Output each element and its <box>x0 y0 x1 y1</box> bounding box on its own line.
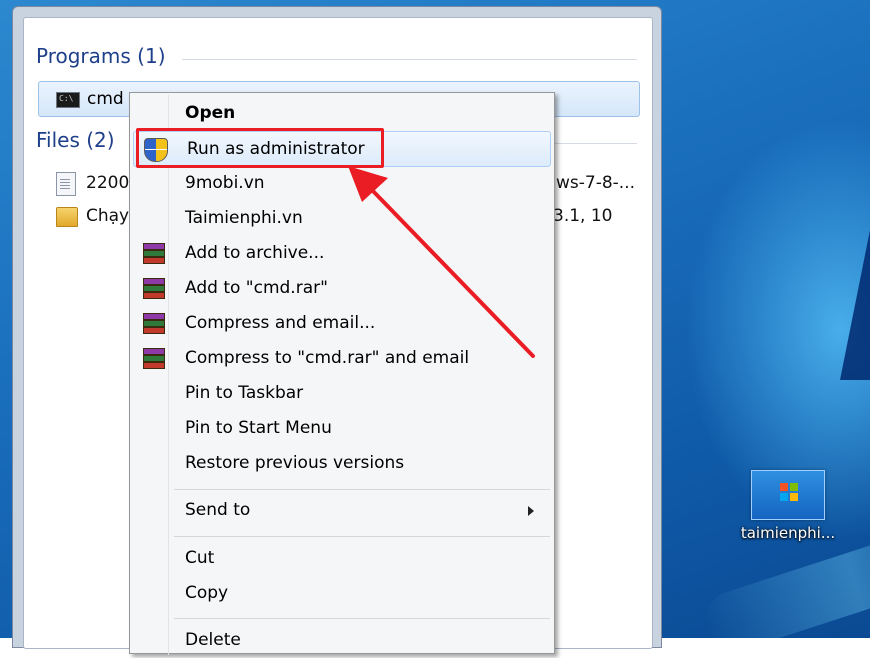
file-result-label: Chạy <box>86 206 130 226</box>
file-result-trailing: ws-7-8-... <box>556 173 636 193</box>
menu-item-label: Taimienphi.vn <box>185 208 303 228</box>
menu-item-cut[interactable]: Cut <box>132 541 550 576</box>
menu-separator <box>174 618 550 619</box>
menu-item-label: Pin to Taskbar <box>185 383 304 403</box>
menu-item-taimienphi[interactable]: Taimienphi.vn <box>132 201 550 236</box>
menu-item-9mobi[interactable]: 9mobi.vn <box>132 166 550 201</box>
menu-item-label: Add to "cmd.rar" <box>185 278 328 298</box>
menu-item-open[interactable]: Open <box>132 96 550 131</box>
menu-item-label: Compress and email... <box>185 313 376 333</box>
menu-item-label: Cut <box>185 548 215 568</box>
program-result-label: cmd <box>87 89 124 109</box>
menu-item-label: Add to archive... <box>185 243 325 263</box>
programs-header: Programs (1) <box>36 44 166 68</box>
menu-item-restore-previous-versions[interactable]: Restore previous versions <box>132 446 550 481</box>
wallpaper-shape <box>840 230 870 380</box>
menu-separator <box>174 536 550 537</box>
menu-item-delete[interactable]: Delete <box>132 623 550 658</box>
annotation-highlight-box <box>136 128 384 168</box>
windows-logo-icon <box>751 470 825 520</box>
winrar-icon <box>142 277 165 299</box>
winrar-icon <box>142 242 165 264</box>
document-icon <box>56 172 76 196</box>
desktop-shortcut[interactable]: taimienphi... <box>728 470 848 542</box>
menu-item-add-to-archive[interactable]: Add to archive... <box>132 236 550 271</box>
menu-item-compress-and-email[interactable]: Compress and email... <box>132 306 550 341</box>
menu-item-copy[interactable]: Copy <box>132 576 550 611</box>
menu-separator <box>174 489 550 490</box>
programs-divider <box>182 59 637 60</box>
cmd-icon: C:\ <box>56 92 80 108</box>
menu-item-compress-to-cmd-rar-and-email[interactable]: Compress to "cmd.rar" and email <box>132 341 550 376</box>
menu-item-label: Delete <box>185 630 241 650</box>
menu-item-label: Open <box>185 103 236 123</box>
winrar-icon <box>142 347 165 369</box>
submenu-arrow-icon <box>528 506 534 516</box>
folder-icon <box>56 207 78 227</box>
menu-item-label: Send to <box>185 500 251 520</box>
context-menu: Open Run as administrator 9mobi.vn Taimi… <box>129 92 555 655</box>
files-header: Files (2) <box>36 128 115 152</box>
menu-item-add-to-cmd-rar[interactable]: Add to "cmd.rar" <box>132 271 550 306</box>
winrar-icon <box>142 312 165 334</box>
desktop-shortcut-label: taimienphi... <box>740 524 836 542</box>
menu-item-label: Pin to Start Menu <box>185 418 332 438</box>
menu-item-label: Restore previous versions <box>185 453 405 473</box>
menu-item-send-to[interactable]: Send to <box>132 493 550 528</box>
file-result-trailing: 3.1, 10 <box>553 206 613 226</box>
menu-item-pin-to-start-menu[interactable]: Pin to Start Menu <box>132 411 550 446</box>
menu-item-label: Copy <box>185 583 229 603</box>
menu-item-label: 9mobi.vn <box>185 173 265 193</box>
menu-item-pin-to-taskbar[interactable]: Pin to Taskbar <box>132 376 550 411</box>
menu-item-label: Compress to "cmd.rar" and email <box>185 348 470 368</box>
